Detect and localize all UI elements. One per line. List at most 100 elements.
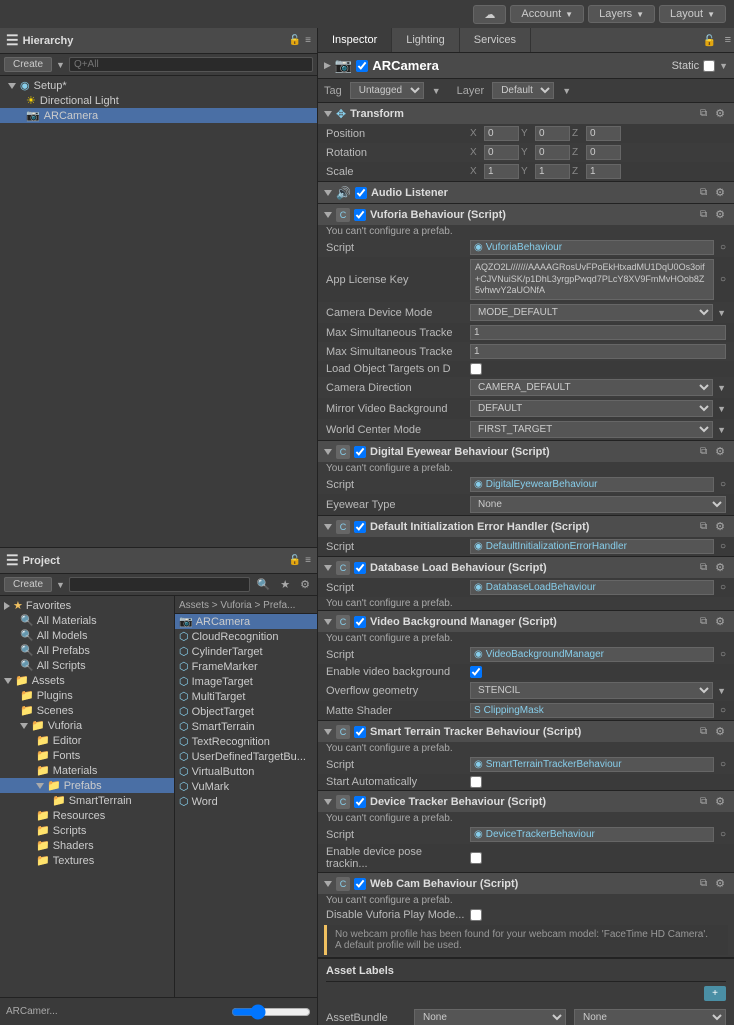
proj-materials[interactable]: 📁 Materials bbox=[0, 763, 174, 778]
de-script-ref[interactable]: ◉ DigitalEyewearBehaviour bbox=[470, 477, 714, 492]
license-value[interactable]: AQZO2L///////AAAAGRosUvFPoEkHtxadMU1DqU0… bbox=[470, 259, 714, 300]
direction-select[interactable]: CAMERA_DEFAULT bbox=[470, 379, 713, 396]
dl-script-ref[interactable]: ◉ DatabaseLoadBehaviour bbox=[470, 580, 714, 595]
tab-lighting[interactable]: Lighting bbox=[392, 28, 460, 52]
st-gear-icon[interactable]: ⚙ bbox=[712, 724, 728, 739]
audio-gear-icon[interactable]: ⚙ bbox=[712, 185, 728, 200]
audio-listener-header[interactable]: 🔊 Audio Listener ⧉ ⚙ bbox=[318, 182, 734, 203]
proj-shaders[interactable]: 📁 Shaders bbox=[0, 838, 174, 853]
de-enable-checkbox[interactable] bbox=[354, 446, 366, 458]
hierarchy-item-arcamera[interactable]: 📷 ARCamera bbox=[0, 108, 317, 123]
proj-file-objecttarget[interactable]: ⬡ ObjectTarget bbox=[175, 704, 317, 719]
st-copy-icon[interactable]: ⧉ bbox=[697, 724, 710, 739]
proj-vuforia[interactable]: 📁 Vuforia bbox=[0, 718, 174, 733]
proj-file-virtualbutton[interactable]: ⬡ VirtualButton bbox=[175, 764, 317, 779]
proj-file-vumark[interactable]: ⬡ VuMark bbox=[175, 779, 317, 794]
vuforia-copy-icon[interactable]: ⧉ bbox=[697, 207, 710, 222]
proj-resources[interactable]: 📁 Resources bbox=[0, 808, 174, 823]
di-script-ref[interactable]: ◉ DefaultInitializationErrorHandler bbox=[470, 539, 714, 554]
di-copy-icon[interactable]: ⧉ bbox=[697, 519, 710, 534]
matte-ref[interactable]: S ClippingMask bbox=[470, 703, 714, 718]
enable-pose-checkbox[interactable] bbox=[470, 852, 482, 864]
proj-file-arcamera[interactable]: 📷 ARCamera bbox=[175, 614, 317, 629]
rotation-x-input[interactable] bbox=[484, 145, 519, 160]
hierarchy-search-input[interactable] bbox=[69, 57, 313, 72]
start-auto-checkbox[interactable] bbox=[470, 776, 482, 788]
de-gear-icon[interactable]: ⚙ bbox=[712, 444, 728, 459]
proj-file-framemarker[interactable]: ⬡ FrameMarker bbox=[175, 659, 317, 674]
project-search-input[interactable] bbox=[69, 577, 250, 592]
vb-copy-icon[interactable]: ⧉ bbox=[697, 614, 710, 629]
vb-script-ref[interactable]: ◉ VideoBackgroundManager bbox=[470, 647, 714, 662]
scale-z-input[interactable] bbox=[586, 164, 621, 179]
de-copy-icon[interactable]: ⧉ bbox=[697, 444, 710, 459]
proj-favorites[interactable]: ★ Favorites bbox=[0, 598, 174, 613]
transform-gear-icon[interactable]: ⚙ bbox=[712, 106, 728, 121]
proj-fonts[interactable]: 📁 Fonts bbox=[0, 748, 174, 763]
tag-select[interactable]: Untagged bbox=[350, 82, 424, 99]
audio-copy-icon[interactable]: ⧉ bbox=[697, 185, 710, 200]
inspector-menu-icon[interactable]: ≡ bbox=[722, 33, 734, 47]
digital-eyewear-header[interactable]: C Digital Eyewear Behaviour (Script) ⧉ ⚙ bbox=[318, 441, 734, 462]
proj-file-userdefined[interactable]: ⬡ UserDefinedTargetBu... bbox=[175, 749, 317, 764]
proj-file-cloudrecog[interactable]: ⬡ CloudRecognition bbox=[175, 629, 317, 644]
proj-all-scripts[interactable]: 🔍 All Scripts bbox=[0, 658, 174, 673]
enable-video-checkbox[interactable] bbox=[470, 666, 482, 678]
transform-header[interactable]: ✥ Transform ⧉ ⚙ bbox=[318, 103, 734, 124]
wc-enable-checkbox[interactable] bbox=[354, 878, 366, 890]
project-filter-icon[interactable]: 🔍 bbox=[254, 577, 274, 592]
proj-file-imagetarget[interactable]: ⬡ ImageTarget bbox=[175, 674, 317, 689]
proj-textures[interactable]: 📁 Textures bbox=[0, 853, 174, 868]
proj-all-prefabs[interactable]: 🔍 All Prefabs bbox=[0, 643, 174, 658]
dt-enable-checkbox[interactable] bbox=[354, 796, 366, 808]
vuforia-header[interactable]: C Vuforia Behaviour (Script) ⧉ ⚙ bbox=[318, 204, 734, 225]
position-z-input[interactable] bbox=[586, 126, 621, 141]
layout-button[interactable]: Layout ▼ bbox=[659, 5, 726, 23]
hierarchy-create-button[interactable]: Create bbox=[4, 57, 52, 72]
dt-script-ref[interactable]: ◉ DeviceTrackerBehaviour bbox=[470, 827, 714, 842]
audio-enable-checkbox[interactable] bbox=[355, 187, 367, 199]
smart-terrain-header[interactable]: C Smart Terrain Tracker Behaviour (Scrip… bbox=[318, 721, 734, 742]
proj-prefabs[interactable]: 📁 Prefabs bbox=[0, 778, 174, 793]
project-settings-icon[interactable]: ⚙ bbox=[297, 577, 313, 592]
rotation-z-input[interactable] bbox=[586, 145, 621, 160]
hierarchy-item-directional-light[interactable]: ☀ Directional Light bbox=[0, 93, 317, 108]
proj-editor[interactable]: 📁 Editor bbox=[0, 733, 174, 748]
hierarchy-item-setup[interactable]: ◉ Setup* bbox=[0, 78, 317, 93]
proj-file-multitarget[interactable]: ⬡ MultiTarget bbox=[175, 689, 317, 704]
video-bg-header[interactable]: C Video Background Manager (Script) ⧉ ⚙ bbox=[318, 611, 734, 632]
scale-y-input[interactable] bbox=[535, 164, 570, 179]
tab-inspector[interactable]: Inspector bbox=[318, 28, 392, 52]
position-y-input[interactable] bbox=[535, 126, 570, 141]
static-checkbox[interactable] bbox=[703, 60, 715, 72]
project-create-button[interactable]: Create bbox=[4, 577, 52, 592]
default-init-header[interactable]: C Default Initialization Error Handler (… bbox=[318, 516, 734, 537]
max-track1-input[interactable] bbox=[470, 325, 726, 340]
proj-assets[interactable]: 📁 Assets bbox=[0, 673, 174, 688]
dl-enable-checkbox[interactable] bbox=[354, 562, 366, 574]
vuforia-script-ref[interactable]: ◉ VuforiaBehaviour bbox=[470, 240, 714, 255]
proj-file-textrecog[interactable]: ⬡ TextRecognition bbox=[175, 734, 317, 749]
cloud-button[interactable]: ☁ bbox=[473, 5, 506, 24]
mirror-select[interactable]: DEFAULT bbox=[470, 400, 713, 417]
proj-all-materials[interactable]: 🔍 All Materials bbox=[0, 613, 174, 628]
asset-label-add-button[interactable]: + bbox=[704, 986, 726, 1001]
proj-file-cylindertarget[interactable]: ⬡ CylinderTarget bbox=[175, 644, 317, 659]
wc-copy-icon[interactable]: ⧉ bbox=[697, 876, 710, 891]
project-star-icon[interactable]: ★ bbox=[277, 577, 293, 592]
load-obj-checkbox[interactable] bbox=[470, 363, 482, 375]
proj-scenes[interactable]: 📁 Scenes bbox=[0, 703, 174, 718]
di-gear-icon[interactable]: ⚙ bbox=[712, 519, 728, 534]
tab-services[interactable]: Services bbox=[460, 28, 531, 52]
vuforia-enable-checkbox[interactable] bbox=[354, 209, 366, 221]
layer-select[interactable]: Default bbox=[492, 82, 554, 99]
component-enable-checkbox[interactable] bbox=[356, 60, 368, 72]
overflow-select[interactable]: STENCIL bbox=[470, 682, 713, 699]
position-x-input[interactable] bbox=[484, 126, 519, 141]
asset-bundle-select2[interactable]: None bbox=[574, 1009, 726, 1025]
account-button[interactable]: Account ▼ bbox=[510, 5, 584, 23]
disable-vuforia-checkbox[interactable] bbox=[470, 909, 482, 921]
inspector-lock-icon[interactable]: 🔓 bbox=[700, 33, 720, 48]
dt-copy-icon[interactable]: ⧉ bbox=[697, 794, 710, 809]
vb-enable-checkbox[interactable] bbox=[354, 616, 366, 628]
